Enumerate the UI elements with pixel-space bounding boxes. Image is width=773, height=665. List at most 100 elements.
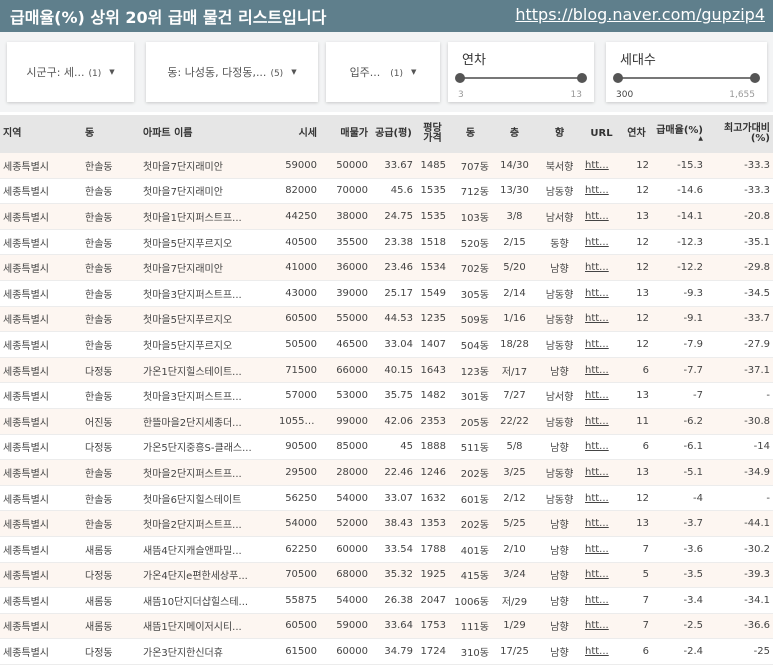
cell-market-price: 71500 [276,357,320,384]
cell-supply-area: 33.64 [371,613,416,640]
cell-vs-peak: -37.1 [706,357,773,384]
col-header-url[interactable]: URL [582,115,621,153]
cell-vs-peak: -39.3 [706,562,773,589]
year-slider-min-handle[interactable] [455,73,465,83]
listing-url-link[interactable]: htt... [585,365,609,376]
listing-url-link[interactable]: htt... [585,620,609,631]
cell-listing-price: 36000 [320,254,371,281]
sigungu-dropdown[interactable]: 시군구: 세... (1) ▼ [7,42,134,102]
listing-url-link[interactable]: htt... [585,416,609,427]
listing-url-link[interactable]: htt... [585,493,609,504]
households-slider[interactable]: 세대수 300 1,655 [606,42,767,102]
dong-dropdown[interactable]: 동: 나성동, 다정동,... (5) ▼ [146,42,318,102]
cell-price-per-pyeong: 1632 [416,485,449,512]
listing-url-link[interactable]: htt... [585,518,609,529]
col-header-apartment[interactable]: 아파트 이름 [140,115,276,153]
cell-apartment: 첫마을7단지래미안 [140,153,276,179]
listing-url-link[interactable]: htt... [585,339,609,350]
cell-discount-rate: -3.4 [652,587,706,614]
listing-url-link[interactable]: htt... [585,441,609,452]
listing-url-link[interactable]: htt... [585,288,609,299]
listing-url-link[interactable]: htt... [585,160,609,171]
cell-apartment: 가온3단지한신더휴 [140,638,276,665]
cell-floor: 3/24 [492,562,537,589]
cell-vs-peak: -14 [706,434,773,461]
listing-url-link[interactable]: htt... [585,211,609,222]
cell-market-price: 54000 [276,510,320,537]
cell-apartment: 첫마을6단지힐스테이트 [140,485,276,512]
listing-url-link[interactable]: htt... [585,262,609,273]
cell-market-price: 60500 [276,613,320,640]
cell-floor: 2/10 [492,536,537,563]
col-header-age[interactable]: 연차 [621,115,652,153]
col-header-supply-area[interactable]: 공급(평) [371,115,416,153]
year-slider-max: 13 [570,90,582,100]
cell-vs-peak: -34.9 [706,459,773,486]
year-slider-max-handle[interactable] [577,73,587,83]
col-header-region[interactable]: 지역 [0,115,82,153]
households-slider-min-handle[interactable] [613,73,623,83]
listing-url-link[interactable]: htt... [585,595,609,606]
cell-market-price: 70500 [276,562,320,589]
col-header-direction[interactable]: 향 [537,115,582,153]
col-header-dong[interactable]: 동 [82,115,140,153]
households-slider-max: 1,655 [729,90,755,100]
cell-supply-area: 23.46 [371,254,416,281]
year-slider-track[interactable] [455,73,587,83]
cell-floor: 2/14 [492,280,537,307]
col-header-floor[interactable]: 층 [492,115,537,153]
cell-url: htt... [582,638,621,665]
cell-region: 세종특별시 [0,485,82,512]
cell-building: 415동 [449,562,492,589]
listing-url-link[interactable]: htt... [585,390,609,401]
cell-price-per-pyeong: 1753 [416,613,449,640]
cell-listing-price: 35500 [320,229,371,256]
cell-building: 205동 [449,408,492,435]
households-slider-max-handle[interactable] [750,73,760,83]
listing-url-link[interactable]: htt... [585,467,609,478]
cell-supply-area: 33.54 [371,536,416,563]
cell-price-per-pyeong: 2353 [416,408,449,435]
col-header-vs-peak[interactable]: 최고가대비(%) [706,115,773,153]
cell-building: 305동 [449,280,492,307]
cell-building: 707동 [449,153,492,179]
cell-age: 12 [621,254,652,281]
ipju-label: 입주... [349,66,381,79]
listing-url-link[interactable]: htt... [585,544,609,555]
households-slider-track[interactable] [613,73,760,83]
col-header-market-price[interactable]: 시세 [276,115,320,153]
listing-url-link[interactable]: htt... [585,237,609,248]
ipju-dropdown[interactable]: 입주... (1) ▼ [326,42,440,102]
col-header-building[interactable]: 동 [449,115,492,153]
table-row: 세종특별시 다정동 가온5단지중흥S-클래스... 90500 85000 45 1888 5… [0,434,773,461]
cell-direction: 남서향 [537,382,582,409]
cell-direction: 남향 [537,587,582,614]
cell-market-price: 60500 [276,306,320,333]
cell-discount-rate: -12.3 [652,229,706,256]
listing-table: 지역 동 아파트 이름 시세 매물가 공급(평) 평당가격 동 층 향 URL … [0,115,773,665]
cell-price-per-pyeong: 1535 [416,178,449,205]
cell-supply-area: 45.6 [371,178,416,205]
cell-age: 12 [621,153,652,179]
cell-vs-peak: -44.1 [706,510,773,537]
cell-vs-peak: -36.6 [706,613,773,640]
col-header-listing-price[interactable]: 매물가 [320,115,371,153]
cell-floor: 1/16 [492,306,537,333]
listing-url-link[interactable]: htt... [585,569,609,580]
cell-url: htt... [582,203,621,230]
cell-age: 13 [621,510,652,537]
col-header-price-per-pyeong[interactable]: 평당가격 [416,115,449,153]
col-header-discount-rate[interactable]: 급매율(%) ▲ [652,115,706,153]
sigungu-label: 시군구: 세... [26,66,85,79]
listing-url-link[interactable]: htt... [585,185,609,196]
dong-count: (5) [270,69,284,79]
cell-listing-price: 59000 [320,613,371,640]
listing-url-link[interactable]: htt... [585,646,609,657]
listing-url-link[interactable]: htt... [585,313,609,324]
cell-region: 세종특별시 [0,638,82,665]
blog-link[interactable]: https://blog.naver.com/gupzip4 [515,5,765,24]
year-slider[interactable]: 연차 3 13 [448,42,594,102]
cell-url: htt... [582,382,621,409]
cell-floor: 5/8 [492,434,537,461]
cell-listing-price: 66000 [320,357,371,384]
